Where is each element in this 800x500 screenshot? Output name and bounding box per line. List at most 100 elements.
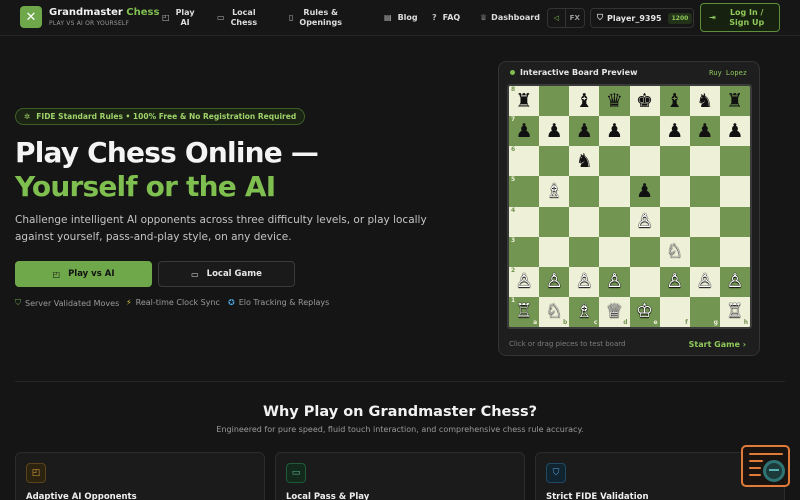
square-b4[interactable]	[539, 206, 570, 237]
square-f4[interactable]	[659, 206, 690, 237]
chess-piece[interactable]: ♞	[576, 151, 593, 171]
square-g8[interactable]: ♞	[689, 86, 720, 117]
nav-faq[interactable]: ? FAQ	[432, 13, 460, 23]
square-a6[interactable]: 6	[509, 146, 540, 177]
chess-piece[interactable]: ♘	[666, 242, 683, 261]
square-h5[interactable]	[719, 176, 750, 207]
square-a3[interactable]: 3	[509, 236, 540, 267]
square-g7[interactable]: ♟	[689, 116, 720, 147]
chess-piece[interactable]: ♜	[726, 91, 743, 111]
chess-piece[interactable]: ♙	[696, 272, 713, 291]
square-d1[interactable]: ♕ d	[599, 296, 630, 327]
square-e5[interactable]: ♟	[629, 176, 660, 207]
square-a4[interactable]: 4	[509, 206, 540, 237]
square-f2[interactable]: ♙	[659, 266, 690, 297]
chess-piece[interactable]: ♙	[726, 272, 743, 291]
square-b2[interactable]: ♙	[539, 266, 570, 297]
chess-piece[interactable]: ♖	[726, 302, 743, 321]
chess-piece[interactable]: ♝	[576, 91, 593, 111]
brand-link[interactable]: ✕ Grandmaster Chess PLAY VS AI OR YOURSE…	[20, 6, 159, 28]
nav-dashboard[interactable]: ♕ Dashboard	[480, 13, 540, 23]
feedback-search-fab[interactable]	[741, 445, 790, 487]
chess-piece[interactable]: ♙	[546, 272, 563, 291]
start-game-link[interactable]: Start Game ›	[689, 340, 746, 349]
square-c5[interactable]	[569, 176, 600, 207]
square-e3[interactable]	[629, 236, 660, 267]
square-g1[interactable]: g	[689, 296, 720, 327]
square-e6[interactable]	[629, 146, 660, 177]
nav-local-chess[interactable]: ▭ Local Chess	[217, 8, 257, 28]
chess-piece[interactable]: ♜	[516, 91, 533, 111]
square-h6[interactable]	[719, 146, 750, 177]
square-h2[interactable]: ♙	[719, 266, 750, 297]
square-h7[interactable]: ♟	[719, 116, 750, 147]
login-signup-button[interactable]: ⇥ Log In / Sign Up	[700, 3, 780, 32]
square-d3[interactable]	[599, 236, 630, 267]
square-e7[interactable]	[629, 116, 660, 147]
chess-piece[interactable]: ♟	[516, 121, 533, 141]
square-f5[interactable]	[659, 176, 690, 207]
chess-piece[interactable]: ♟	[666, 121, 683, 141]
square-b5[interactable]: ♗	[539, 176, 570, 207]
square-a7[interactable]: ♟ 7	[509, 116, 540, 147]
chess-piece[interactable]: ♗	[546, 181, 563, 201]
square-c1[interactable]: ♗ c	[569, 296, 600, 327]
square-d5[interactable]	[599, 176, 630, 207]
nav-blog[interactable]: ▤ Blog	[384, 13, 418, 23]
chess-piece[interactable]: ♚	[636, 91, 653, 111]
square-b6[interactable]	[539, 146, 570, 177]
square-a1[interactable]: ♖ 1 a	[509, 296, 540, 327]
play-vs-ai-button[interactable]: ◰ Play vs AI	[15, 261, 152, 287]
sound-fx-toggle[interactable]: ◁ FX	[547, 8, 585, 28]
chess-piece[interactable]: ♟	[546, 121, 563, 141]
player-profile[interactable]: ⛉ Player_9395 1200	[590, 8, 694, 28]
chess-piece[interactable]: ♗	[576, 302, 593, 321]
chess-piece[interactable]: ♙	[606, 272, 623, 291]
square-c6[interactable]: ♞	[569, 146, 600, 177]
square-e1[interactable]: ♔ e	[629, 296, 660, 327]
square-f1[interactable]: f	[659, 296, 690, 327]
square-b1[interactable]: ♘ b	[539, 296, 570, 327]
square-c8[interactable]: ♝	[569, 86, 600, 117]
square-d4[interactable]	[599, 206, 630, 237]
chess-piece[interactable]: ♙	[516, 272, 533, 291]
chess-piece[interactable]: ♙	[576, 272, 593, 291]
square-a8[interactable]: ♜ 8	[509, 86, 540, 117]
square-g3[interactable]	[689, 236, 720, 267]
chess-piece[interactable]: ♙	[666, 272, 683, 291]
square-a5[interactable]: 5	[509, 176, 540, 207]
square-g6[interactable]	[689, 146, 720, 177]
chess-piece[interactable]: ♝	[666, 91, 683, 111]
square-c2[interactable]: ♙	[569, 266, 600, 297]
square-b8[interactable]	[539, 86, 570, 117]
square-f8[interactable]: ♝	[659, 86, 690, 117]
chess-piece[interactable]: ♙	[636, 212, 653, 231]
square-c3[interactable]	[569, 236, 600, 267]
square-d2[interactable]: ♙	[599, 266, 630, 297]
local-game-button[interactable]: ▭ Local Game	[158, 261, 295, 287]
chess-piece[interactable]: ♕	[606, 302, 623, 321]
chess-piece[interactable]: ♟	[696, 121, 713, 141]
chess-piece[interactable]: ♘	[546, 302, 563, 321]
square-h3[interactable]	[719, 236, 750, 267]
square-h4[interactable]	[719, 206, 750, 237]
nav-rules-openings[interactable]: ▯ Rules & Openings	[289, 8, 342, 28]
square-e8[interactable]: ♚	[629, 86, 660, 117]
square-f6[interactable]	[659, 146, 690, 177]
square-f7[interactable]: ♟	[659, 116, 690, 147]
square-d7[interactable]: ♟	[599, 116, 630, 147]
square-g2[interactable]: ♙	[689, 266, 720, 297]
square-e2[interactable]	[629, 266, 660, 297]
square-h1[interactable]: ♖ h	[719, 296, 750, 327]
chess-piece[interactable]: ♟	[726, 121, 743, 141]
square-h8[interactable]: ♜	[719, 86, 750, 117]
square-d6[interactable]	[599, 146, 630, 177]
square-d8[interactable]: ♛	[599, 86, 630, 117]
nav-play-ai[interactable]: ◰ Play AI	[162, 8, 195, 28]
chess-piece[interactable]: ♟	[606, 121, 623, 141]
square-b7[interactable]: ♟	[539, 116, 570, 147]
chess-piece[interactable]: ♟	[576, 121, 593, 141]
chess-piece[interactable]: ♟	[636, 181, 653, 201]
chess-piece[interactable]: ♞	[696, 91, 713, 111]
square-f3[interactable]: ♘	[659, 236, 690, 267]
